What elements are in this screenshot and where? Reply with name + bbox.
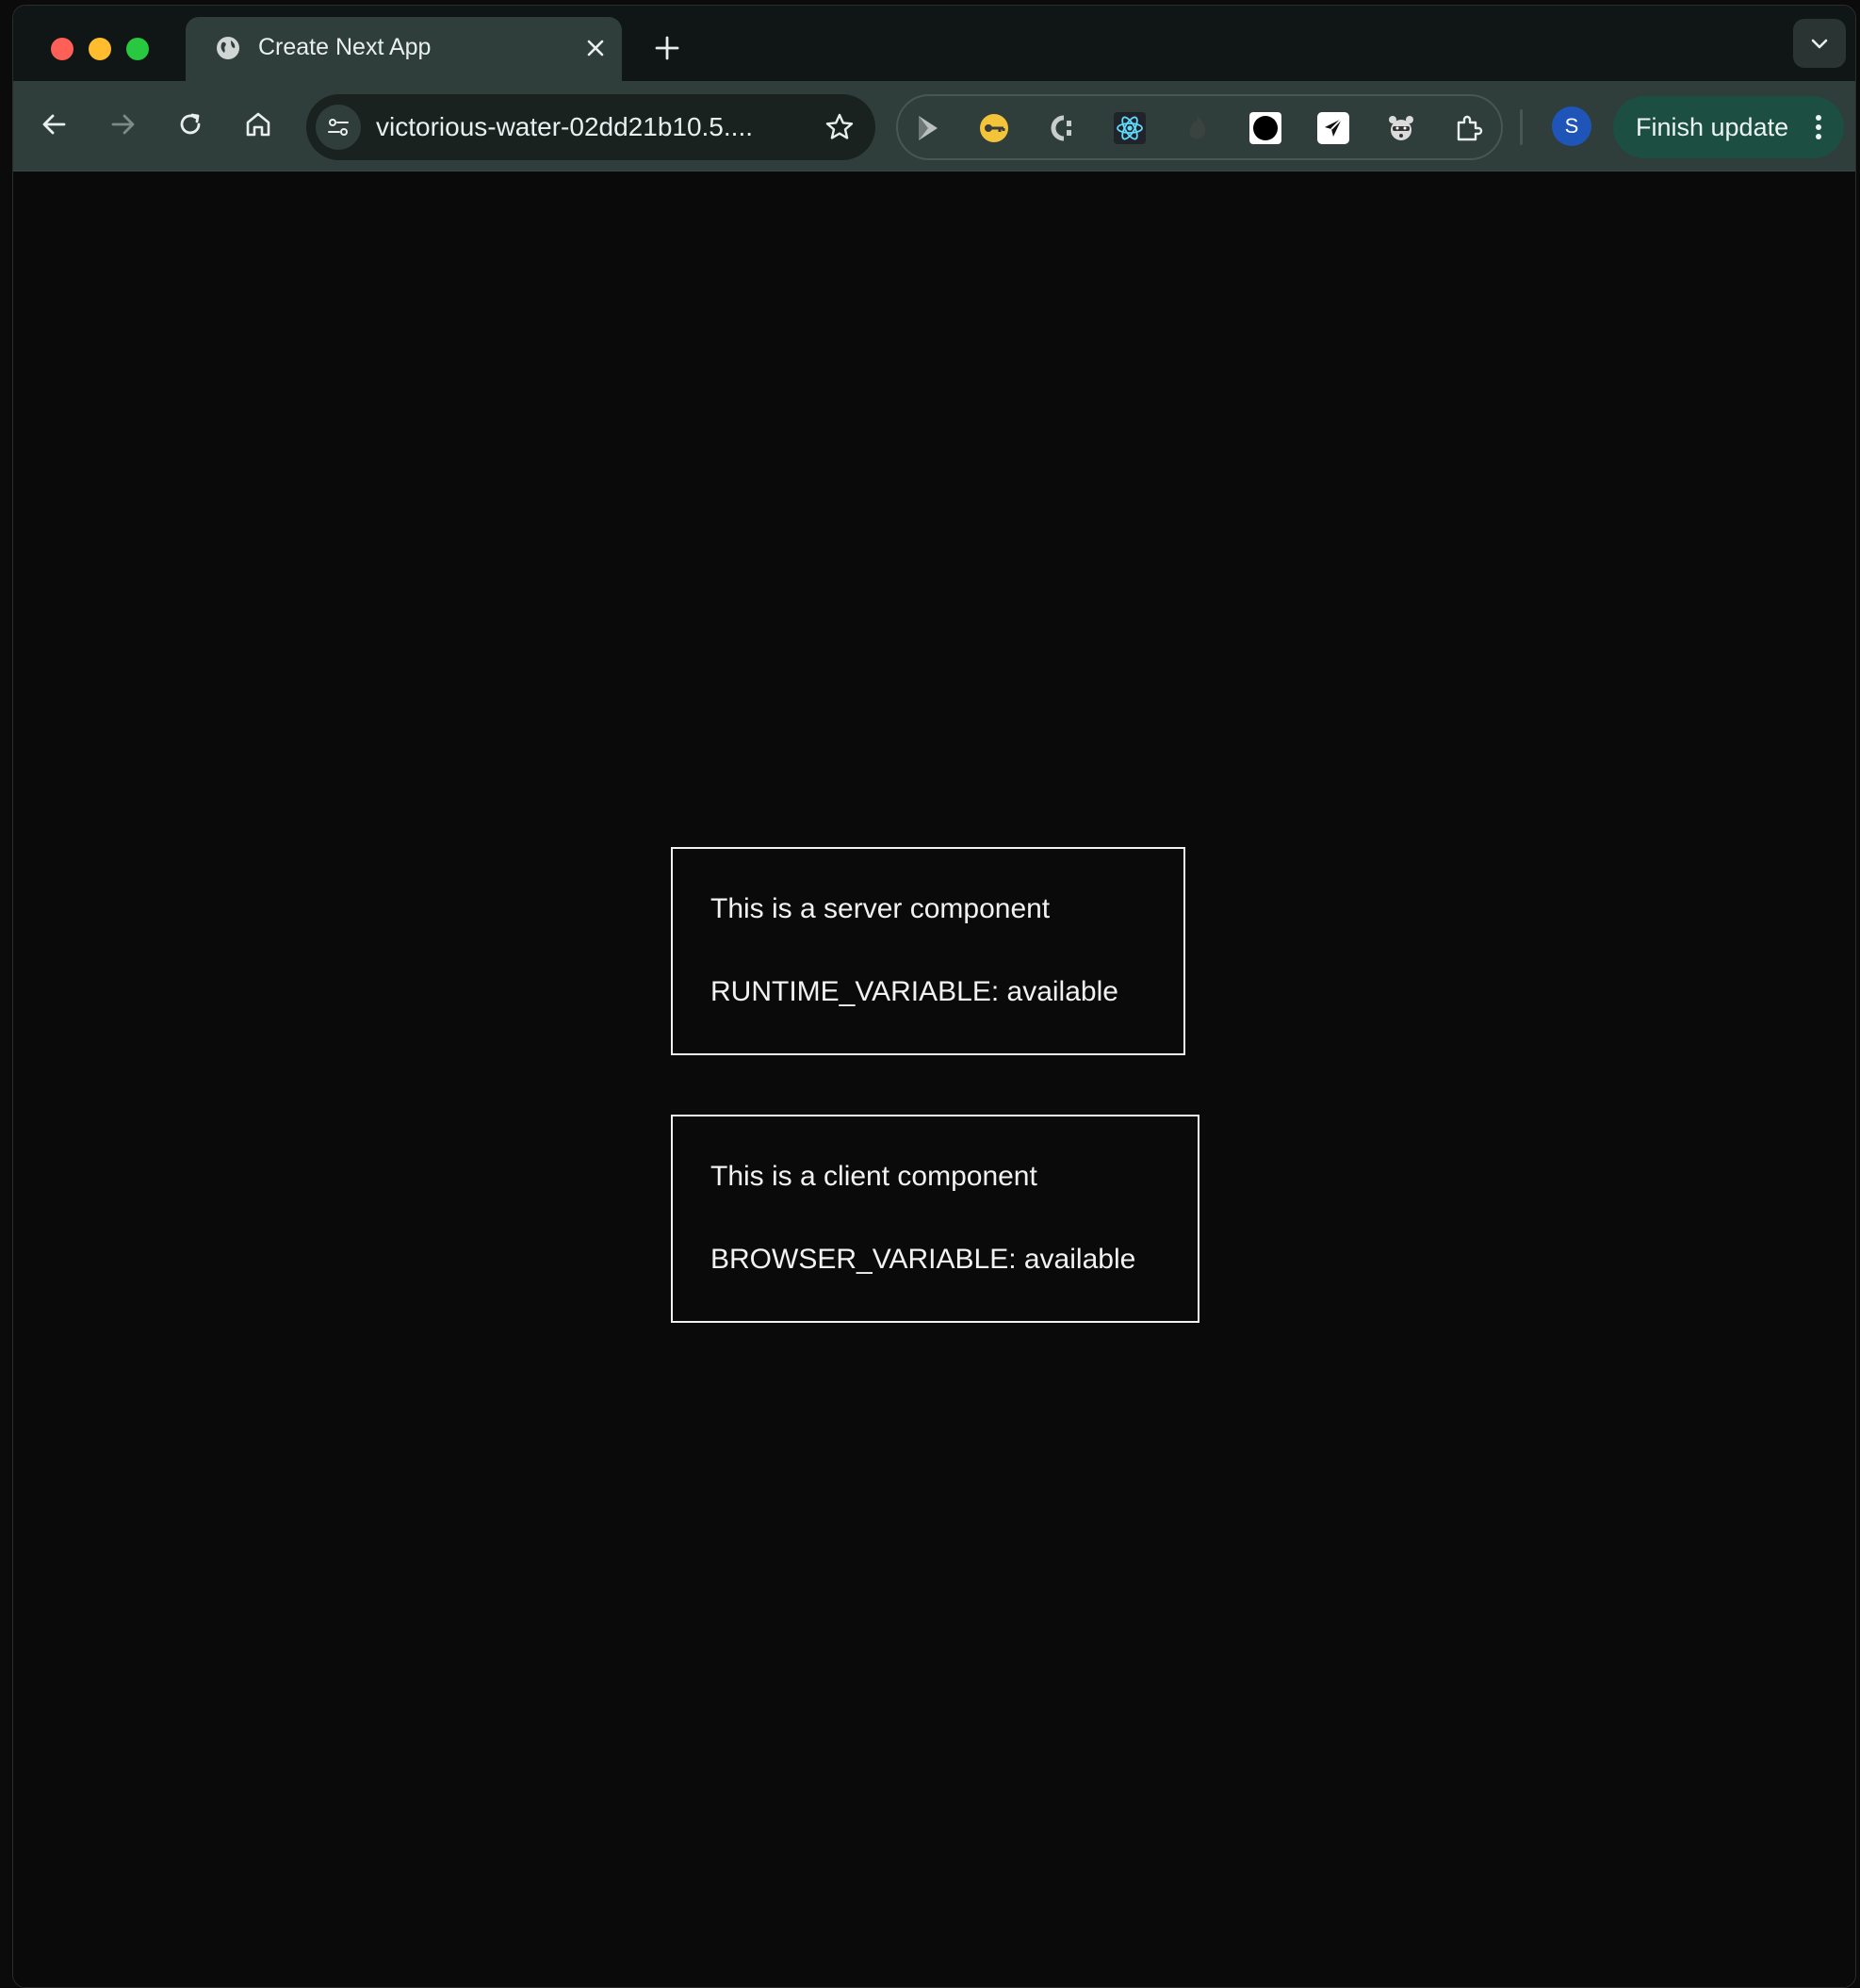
tab-title: Create Next App bbox=[258, 34, 432, 60]
maximize-window-button[interactable] bbox=[126, 38, 149, 60]
forward-arrow-icon[interactable] bbox=[102, 104, 143, 145]
send-extension-icon[interactable] bbox=[1316, 111, 1350, 145]
bookmark-star-icon[interactable] bbox=[823, 110, 857, 144]
client-component-heading: This is a client component bbox=[710, 1161, 1037, 1192]
browser-window: Create Next App victorious-water-02dd21b… bbox=[12, 5, 1856, 1988]
more-vert-icon bbox=[1816, 115, 1821, 139]
play-extension-icon[interactable] bbox=[909, 111, 943, 145]
close-window-button[interactable] bbox=[51, 38, 73, 60]
server-component-card: This is a server component RUNTIME_VARIA… bbox=[671, 847, 1185, 1055]
browser-variable-text: BROWSER_VARIABLE: available bbox=[710, 1244, 1136, 1275]
address-bar[interactable]: victorious-water-02dd21b10.5.... bbox=[306, 94, 875, 160]
tune-icon bbox=[328, 119, 349, 136]
tab-strip: Create Next App bbox=[13, 6, 1855, 83]
tab-search-button[interactable] bbox=[1793, 19, 1846, 68]
key-extension-icon[interactable] bbox=[977, 111, 1011, 145]
globe-icon bbox=[217, 37, 239, 59]
reload-icon[interactable] bbox=[170, 104, 211, 145]
react-devtools-icon[interactable] bbox=[1113, 111, 1147, 145]
raccoon-extension-icon[interactable] bbox=[1384, 111, 1418, 145]
page-content: This is a server component RUNTIME_VARIA… bbox=[13, 171, 1855, 1987]
client-component-card: This is a client component BROWSER_VARIA… bbox=[671, 1115, 1199, 1323]
close-tab-icon[interactable] bbox=[581, 34, 610, 62]
url-text[interactable]: victorious-water-02dd21b10.5.... bbox=[376, 109, 753, 145]
puzzle-extensions-icon[interactable] bbox=[1452, 111, 1486, 145]
flame-extension-icon[interactable] bbox=[1181, 111, 1215, 145]
new-tab-icon[interactable] bbox=[650, 31, 684, 65]
home-icon[interactable] bbox=[237, 104, 279, 145]
site-info-button[interactable] bbox=[316, 105, 361, 150]
finish-update-label: Finish update bbox=[1636, 113, 1789, 141]
browser-toolbar: victorious-water-02dd21b10.5.... S Finis… bbox=[13, 81, 1855, 171]
tab-create-next-app[interactable]: Create Next App bbox=[186, 17, 622, 83]
circle-extension-icon[interactable] bbox=[1248, 111, 1282, 145]
c-extension-icon[interactable] bbox=[1045, 111, 1079, 145]
finish-update-button[interactable]: Finish update bbox=[1613, 96, 1844, 158]
chevron-down-icon bbox=[1811, 39, 1828, 49]
profile-avatar[interactable]: S bbox=[1552, 106, 1591, 146]
minimize-window-button[interactable] bbox=[89, 38, 111, 60]
back-arrow-icon[interactable] bbox=[34, 104, 75, 145]
extensions-group bbox=[896, 94, 1503, 160]
runtime-variable-text: RUNTIME_VARIABLE: available bbox=[710, 976, 1118, 1007]
server-component-heading: This is a server component bbox=[710, 893, 1051, 924]
toolbar-divider bbox=[1520, 109, 1523, 145]
